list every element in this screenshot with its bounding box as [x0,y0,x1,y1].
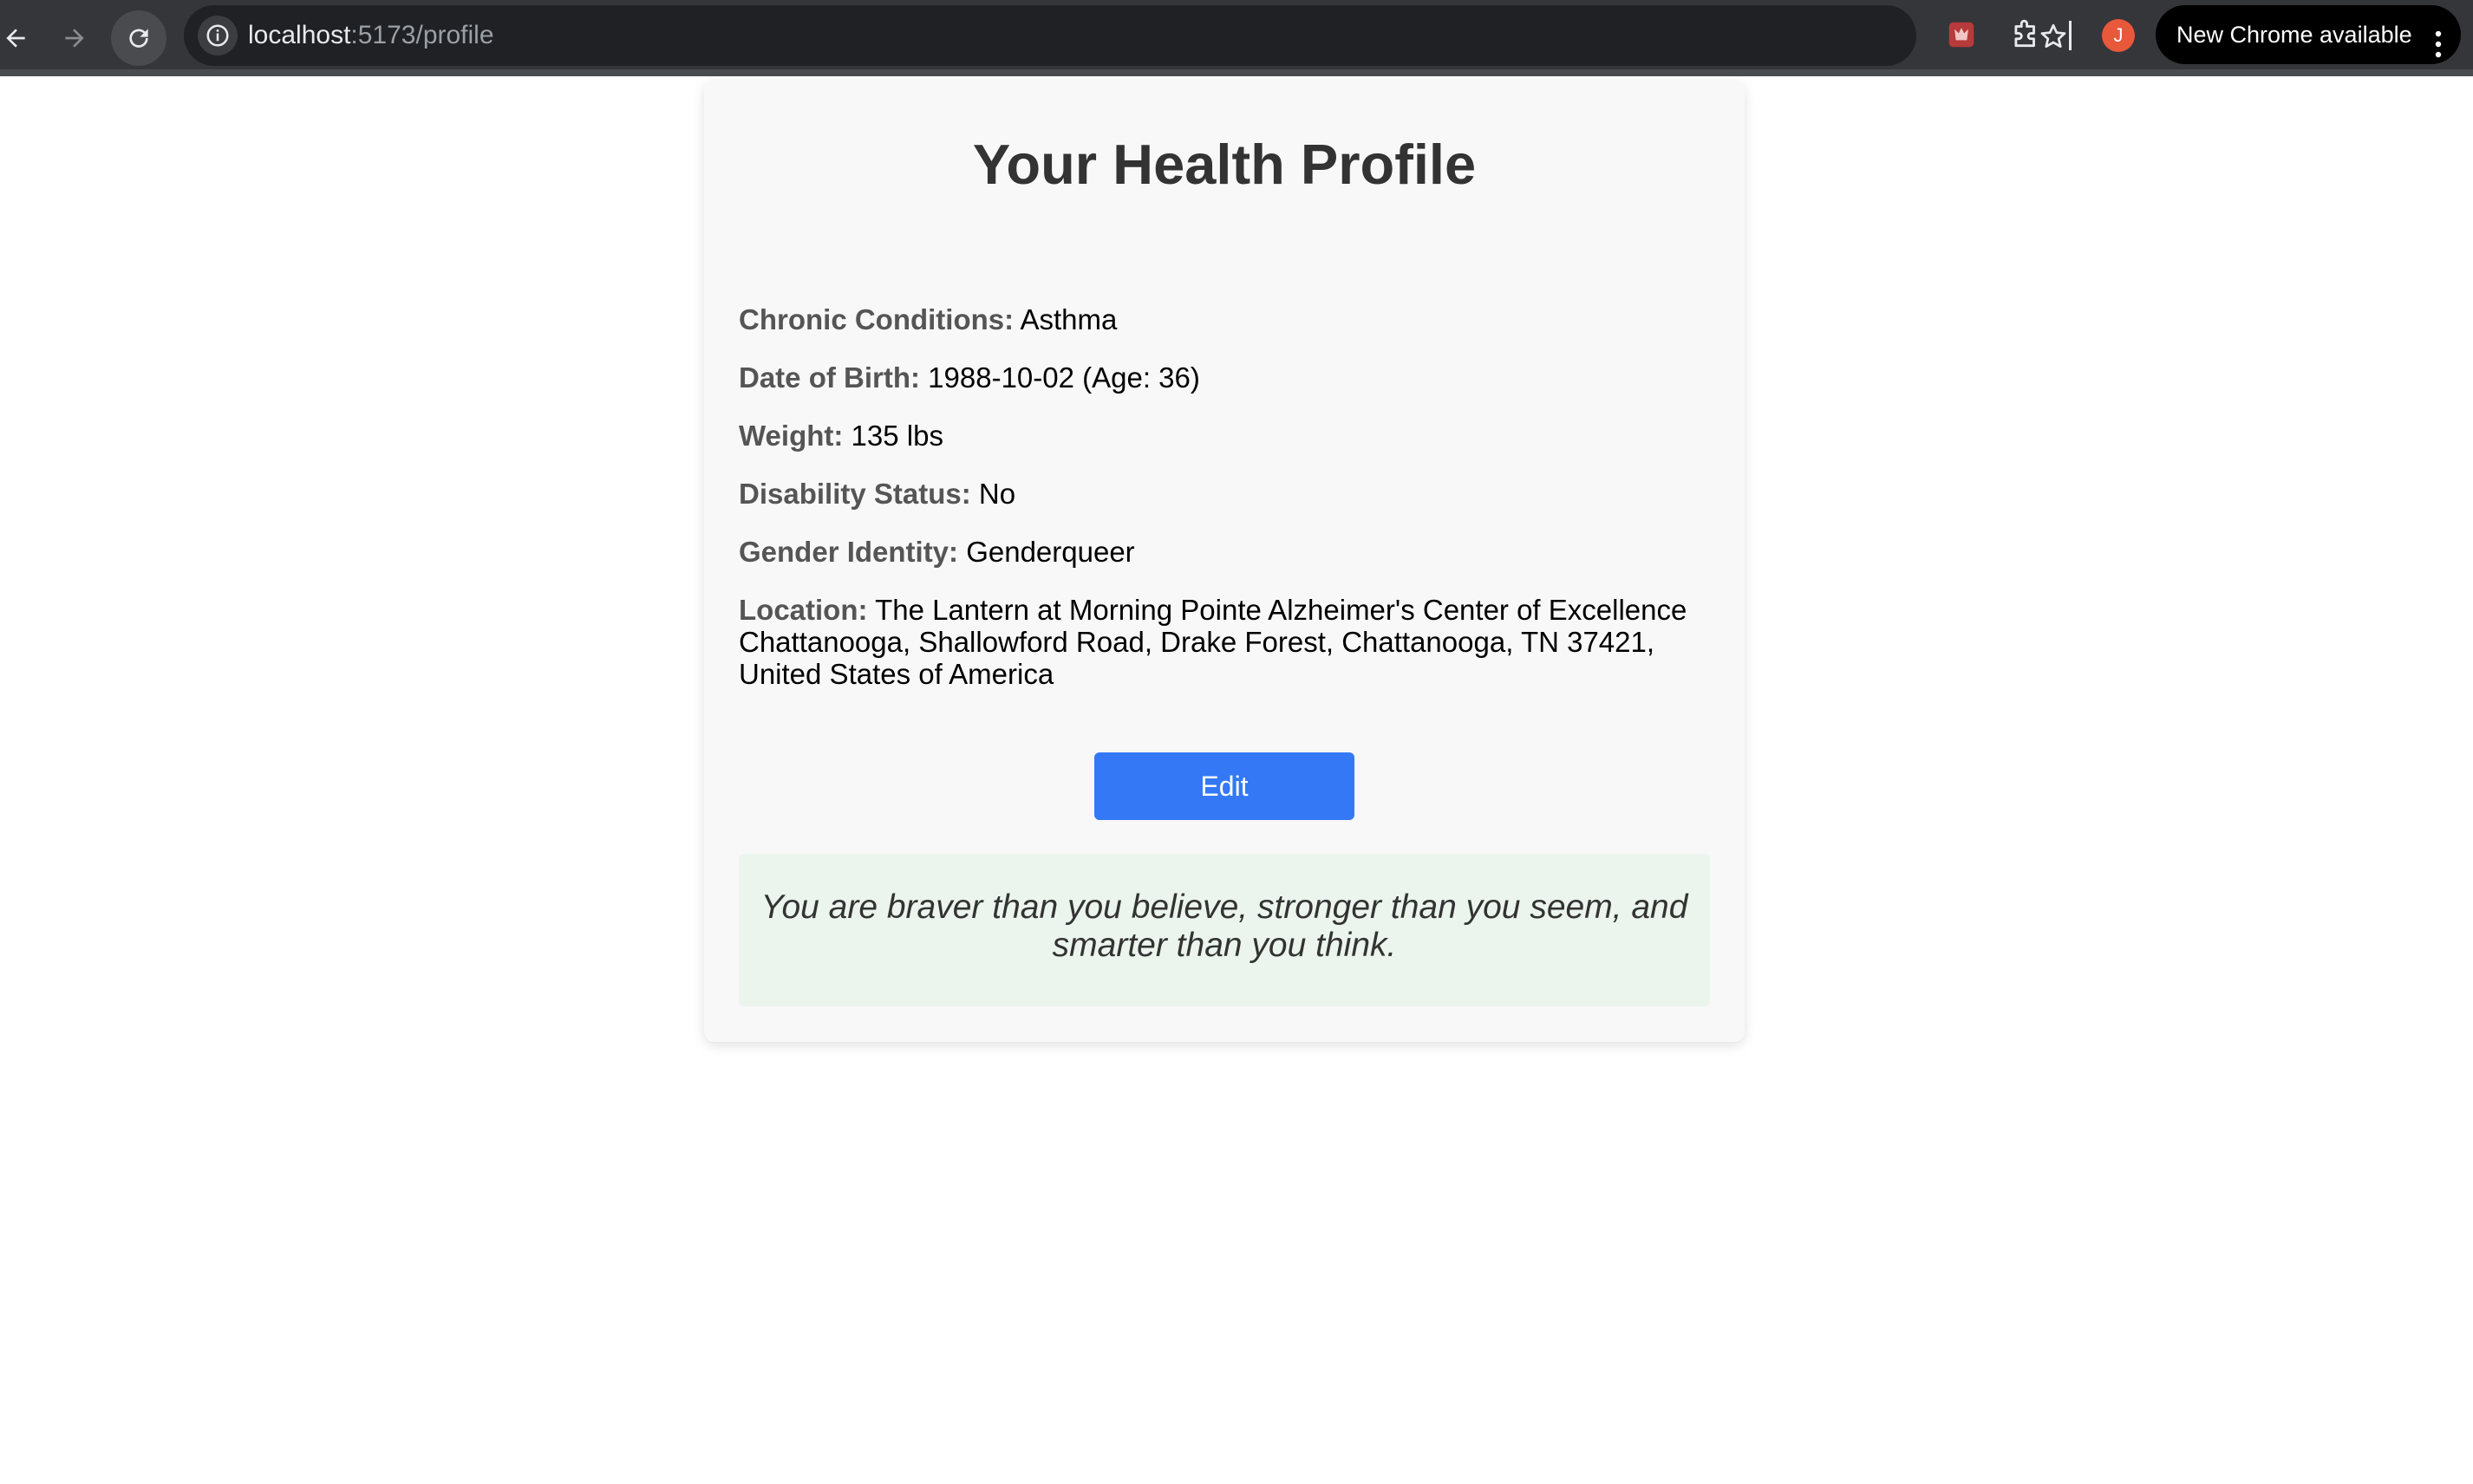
back-arrow-icon [6,29,25,48]
site-info-button[interactable] [198,16,238,55]
address-bar[interactable]: localhost:5173/profile [184,5,2066,66]
field-label: Location: [739,594,868,626]
field-label: Disability Status: [739,478,971,510]
field-disability-status: Disability Status: No [739,478,1710,510]
reload-button[interactable] [111,10,166,66]
field-location: Location: The Lantern at Morning Pointe … [739,594,1710,690]
page-title: Your Health Profile [972,133,1477,196]
extension-shield-icon [1948,22,1974,48]
field-date-of-birth: Date of Birth: 1988-10-02 (Age: 36) [739,361,1710,394]
field-value: Genderqueer [966,536,1135,568]
profile-card: Your Health Profile Chronic Conditions: … [704,80,1745,1042]
edit-button[interactable]: Edit [1094,752,1354,820]
toolbar-divider [2069,21,2072,50]
extensions-menu-button[interactable] [2008,17,2043,52]
update-chrome-label: New Chrome available [2176,22,2412,48]
extension-button[interactable] [1944,17,1979,52]
info-icon [206,24,229,47]
field-label: Chronic Conditions: [739,303,1015,335]
field-value: 135 lbs [851,420,943,452]
puzzle-icon [2014,19,2035,48]
more-vert-icon [2435,30,2442,58]
more-menu[interactable] [2435,21,2442,58]
field-value: The Lantern at Morning Pointe Alzheimer'… [739,594,1687,690]
motivational-quote: You are braver than you believe, stronge… [760,888,1688,964]
field-value: 1988-10-02 (Age: 36) [928,361,1200,394]
field-value: Asthma [1020,303,1118,335]
forward-arrow-icon [65,29,84,48]
field-chronic-conditions: Chronic Conditions: Asthma [739,303,1710,335]
field-label: Gender Identity: [739,536,959,568]
field-gender-identity: Gender Identity: Genderqueer [739,536,1710,568]
url-host: localhost [248,21,351,49]
field-value: No [978,478,1016,510]
field-label: Weight: [739,420,844,452]
reload-icon [129,29,148,48]
url-text[interactable]: localhost:5173/profile [248,5,494,66]
url-path: :5173/profile [350,21,494,49]
field-label: Date of Birth: [739,361,920,394]
quote-box: You are braver than you believe, stronge… [739,854,1710,1006]
browser-toolbar: localhost:5173/profile J New Chrome avai… [0,0,2473,69]
toolbar-bottom-border [0,69,2473,76]
field-weight: Weight: 135 lbs [739,420,1710,452]
profile-avatar[interactable]: J [2102,19,2135,52]
forward-button[interactable] [47,10,102,66]
back-button[interactable] [0,10,43,66]
update-chrome-button[interactable]: New Chrome available [2156,5,2461,64]
